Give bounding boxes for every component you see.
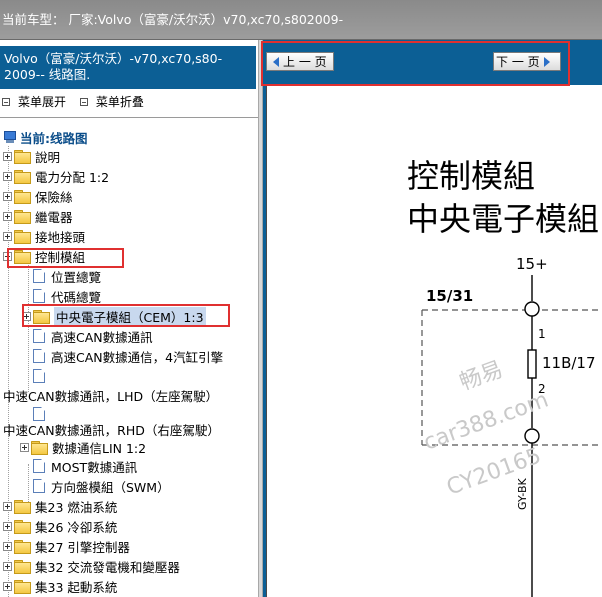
panel-title: Volvo（富豪/沃尔沃）-v70,xc70,s80-2009-- 线路图. [0, 46, 256, 89]
document-icon [33, 459, 45, 473]
tree-item-relays[interactable]: 繼電器 [3, 206, 73, 226]
divider [0, 117, 258, 118]
tree-item-description[interactable]: 說明 [3, 146, 60, 166]
expand-toggle-icon[interactable] [3, 501, 12, 511]
folder-icon [14, 499, 31, 514]
left-panel: Volvo（富豪/沃尔沃）-v70,xc70,s80-2009-- 线路图. 菜… [0, 46, 258, 597]
tree-item-power-distribution[interactable]: 電力分配 1:2 [3, 166, 109, 186]
tree-item-code-overview[interactable]: 代碼總覽 [33, 286, 101, 306]
prev-page-button[interactable]: 上 一 页 [266, 52, 334, 71]
arrow-right-icon [543, 56, 550, 67]
tree-item-high-speed-can-4cyl[interactable]: 高速CAN數據通信，4汽缸引擎 [33, 346, 223, 366]
pin-label: 1 [538, 327, 546, 341]
next-page-button[interactable]: 下 一 页 [493, 52, 561, 71]
folder-icon [14, 209, 31, 224]
expand-toggle-icon[interactable] [3, 541, 12, 551]
document-icon [33, 289, 45, 303]
expand-toggle-icon[interactable] [3, 151, 12, 161]
tree-item-engine-control[interactable]: 集27 引擎控制器 [3, 536, 130, 556]
expand-toggle-icon[interactable] [3, 561, 12, 571]
tree-root-label: 当前:线路图 [20, 131, 88, 146]
fuse-label: 11B/17 [542, 354, 596, 372]
tree-item-high-speed-can[interactable]: 高速CAN數據通訊 [33, 326, 153, 346]
folder-icon [33, 309, 50, 324]
expand-toggle-icon[interactable] [22, 311, 31, 321]
tree-item-location-overview[interactable]: 位置總覽 [33, 266, 101, 286]
tree-item-fuses[interactable]: 保險絲 [3, 186, 73, 206]
folder-icon [14, 149, 31, 164]
document-icon [33, 479, 45, 493]
expand-toggle-icon[interactable] [3, 581, 12, 591]
diagram-subtitle: 中央電子模組 [407, 200, 599, 238]
collapse-icon [79, 97, 88, 106]
current-vehicle-label: 当前车型： 厂家:Volvo（富豪/沃尔沃）v70,xc70,s802009- [2, 12, 344, 27]
voltage-label: 15+ [516, 255, 548, 273]
connector-terminal [524, 428, 540, 444]
next-page-label: 下 一 页 [496, 55, 540, 69]
document-icon [33, 269, 45, 283]
expand-icon [2, 97, 10, 106]
folder-icon [14, 229, 31, 244]
fuse-symbol [527, 349, 537, 379]
connector-label: 15/31 [426, 287, 473, 305]
tree-item-control-modules[interactable]: 控制模組 [3, 246, 85, 266]
expand-label: 菜单展开 [18, 95, 67, 109]
folder-icon [14, 539, 31, 554]
tree-item-medium-speed-can-rhd[interactable]: 中速CAN數據通訊，RHD（右座駕駛） [3, 419, 220, 439]
expand-toggle-icon[interactable] [3, 171, 12, 181]
wire-color-label: GY-BK [516, 477, 529, 510]
folder-icon [14, 189, 31, 204]
expand-toggle-icon[interactable] [3, 191, 12, 201]
folder-icon [14, 559, 31, 574]
tree-item-fuel-system[interactable]: 集23 燃油系統 [3, 496, 117, 516]
prev-page-label: 上 一 页 [283, 55, 327, 69]
svg-text:CY20165: CY20165 [444, 443, 545, 500]
diagram-title: 控制模組 [407, 157, 535, 195]
tree-item-ground-connectors[interactable]: 接地接頭 [3, 226, 85, 246]
tree-line [28, 262, 29, 392]
page-nav-bar: 上 一 页 下 一 页 [263, 40, 602, 85]
content-panel: 上 一 页 下 一 页 控制模組 中央電子模組 15+ 15/31 1 11B/… [263, 40, 602, 597]
expand-toggle-icon[interactable] [20, 442, 29, 452]
tree-item-starting-system[interactable]: 集33 起動系統 [3, 576, 117, 596]
folder-icon [14, 169, 31, 184]
tree-item-alternator[interactable]: 集32 交流發電機和變壓器 [3, 556, 180, 576]
connector-terminal [524, 301, 540, 317]
expand-toggle-icon[interactable] [3, 231, 12, 241]
document-icon [33, 329, 45, 343]
document-icon [33, 369, 45, 383]
expand-toggle-icon[interactable] [3, 521, 12, 531]
tree-controls: 菜单展开 菜单折叠 [2, 93, 154, 110]
tree-item-lin[interactable]: 數據通信LIN 1:2 [20, 437, 146, 457]
title-bar: 当前车型： 厂家:Volvo（富豪/沃尔沃）v70,xc70,s802009- [0, 0, 602, 40]
collapse-label: 菜单折叠 [95, 95, 144, 109]
tree-item-cooling-system[interactable]: 集26 冷卻系統 [3, 516, 117, 536]
wiring-diagram: 控制模組 中央電子模組 15+ 15/31 1 11B/17 2 GY-BK 畅… [407, 157, 602, 597]
collapse-menu-button[interactable]: 菜单折叠 [79, 93, 144, 110]
tree-item-most[interactable]: MOST數據通訊 [33, 456, 137, 476]
document-icon [33, 349, 45, 363]
folder-icon [31, 440, 48, 455]
tree-item-cem[interactable]: 中央電子模組（CEM）1:3 [22, 306, 206, 326]
folder-icon [14, 519, 31, 534]
tree-item-untitled[interactable] [33, 366, 51, 386]
tree-item-swm[interactable]: 方向盤模組（SWM） [33, 476, 170, 496]
computer-icon [4, 131, 16, 144]
svg-text:畅易: 畅易 [457, 357, 507, 396]
collapse-toggle-icon[interactable] [3, 251, 12, 261]
folder-icon [14, 579, 31, 594]
tree-item-medium-speed-can-lhd[interactable]: 中速CAN數據通訊，LHD（左座駕駛） [3, 385, 218, 405]
tree-root[interactable]: 当前:线路图 [4, 128, 88, 147]
expand-toggle-icon[interactable] [3, 211, 12, 221]
diagram-page: 控制模組 中央電子模組 15+ 15/31 1 11B/17 2 GY-BK 畅… [266, 85, 602, 597]
arrow-left-icon [273, 56, 279, 67]
expand-menu-button[interactable]: 菜单展开 [2, 93, 66, 110]
folder-open-icon [14, 249, 31, 264]
